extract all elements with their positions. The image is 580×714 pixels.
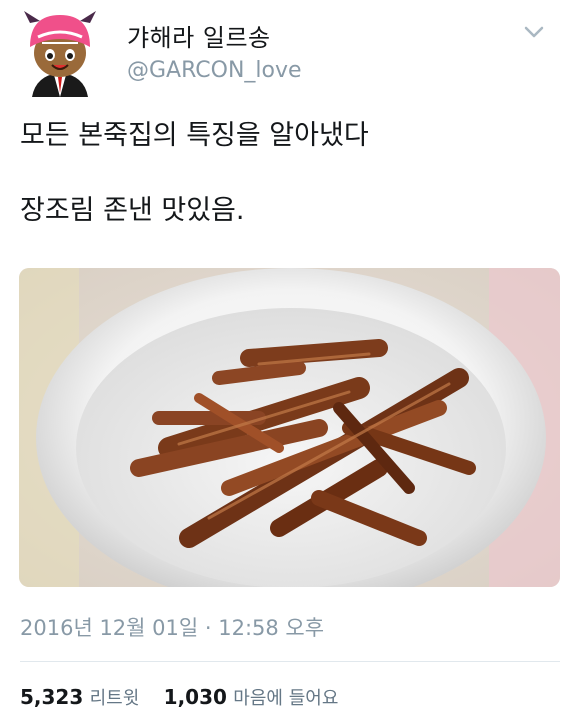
tweet-timestamp[interactable]: 2016년 12월 01일 · 12:58 오후 — [20, 612, 324, 642]
tweet-header: 갸해라 일르송 @GARCON_love — [0, 0, 580, 100]
tweet-stats: 5,323 리트윗 1,030 마음에 들어요 — [20, 684, 356, 710]
likes-stat[interactable]: 1,030 마음에 들어요 — [164, 684, 339, 710]
likes-count: 1,030 — [163, 685, 227, 709]
divider — [20, 661, 560, 662]
user-handle[interactable]: @GARCON_love — [127, 58, 302, 83]
display-name[interactable]: 갸해라 일르송 — [127, 18, 271, 53]
tweet-text-line: 장조림 존낸 맛있음. — [20, 195, 245, 226]
avatar[interactable] — [16, 9, 104, 97]
likes-label: 마음에 들어요 — [233, 688, 339, 709]
retweets-count: 5,323 — [20, 685, 84, 709]
retweets-label: 리트윗 — [89, 688, 140, 709]
tweet-text: 모든 본죽집의 특징을 알아냈다 장조림 존낸 맛있음. — [20, 117, 560, 230]
tweet-photo[interactable] — [19, 268, 560, 587]
retweets-stat[interactable]: 5,323 리트윗 — [20, 684, 139, 710]
tweet-text-line: 모든 본죽집의 특징을 알아냈다 — [20, 120, 369, 151]
chevron-down-icon[interactable] — [520, 18, 548, 46]
